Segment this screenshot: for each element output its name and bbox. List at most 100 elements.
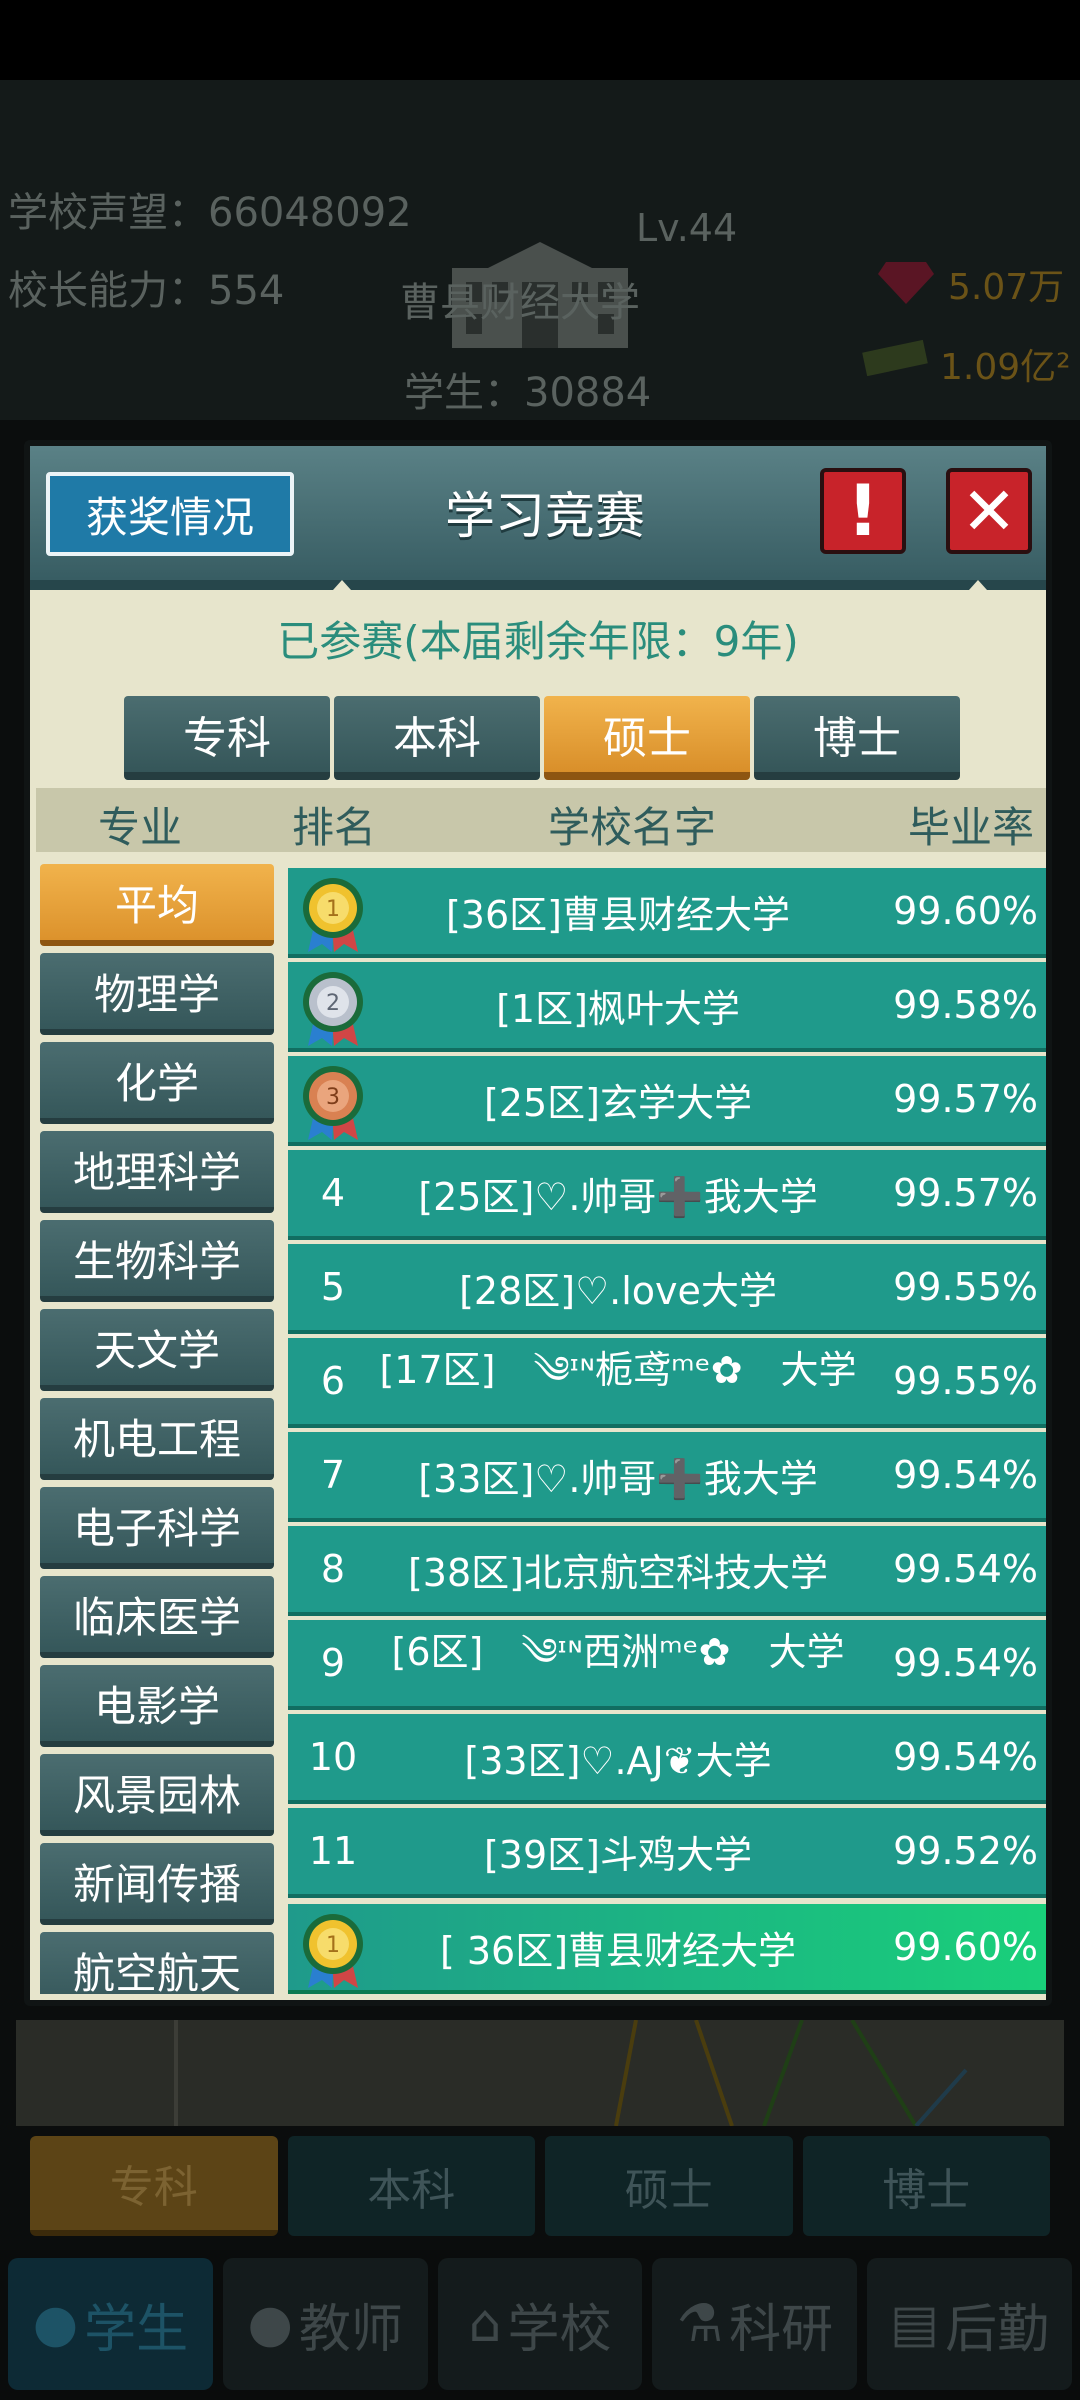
nav-students: ● 学生 xyxy=(8,2258,213,2390)
cash-icon xyxy=(862,339,928,376)
svg-text:3: 3 xyxy=(326,1085,340,1110)
school-name-cell: [17区] ༄ᶦᶰ栀鸢ᵐᵉ✿ 大学 xyxy=(379,1347,857,1392)
major-item-chemistry[interactable]: 化学 xyxy=(40,1042,274,1124)
school-name-cell: [6区] ༄ᶦᶰ西洲ᵐᵉ✿ 大学 xyxy=(391,1629,845,1674)
school-name-cell: [33区]♡.AJ❦大学 xyxy=(464,1738,772,1783)
major-item-clinical-medicine[interactable]: 临床医学 xyxy=(40,1576,274,1658)
competition-dialog: 获奖情况 学习竞赛 ! ✕ 已参赛(本届剩余年限：9年) 专科 本科 硕士 博士… xyxy=(24,440,1052,2006)
close-icon: ✕ xyxy=(961,472,1017,550)
exclamation-icon: ! xyxy=(847,470,879,552)
gold-medal-icon: 1 xyxy=(303,878,363,952)
table-row: 9 [6区] ༄ᶦᶰ西洲ᵐᵉ✿ 大学 99.54% xyxy=(288,1620,1046,1710)
graduation-rate-cell: 99.54% xyxy=(893,1641,1038,1685)
student-icon: ● xyxy=(32,2294,79,2354)
major-item-astronomy[interactable]: 天文学 xyxy=(40,1309,274,1391)
major-item-physics[interactable]: 物理学 xyxy=(40,953,274,1035)
graduation-rate-cell: 99.55% xyxy=(893,1359,1038,1403)
header-rank: 排名 xyxy=(292,803,377,852)
table-row: 10 [33区]♡.AJ❦大学 99.54% xyxy=(288,1714,1046,1804)
table-header: 专业 排名 学校名字 毕业率 xyxy=(36,788,1046,852)
rank-cell: 7 xyxy=(320,1453,346,1497)
graduation-rate-cell: 99.57% xyxy=(893,1077,1038,1121)
stats-chart xyxy=(16,2018,1064,2128)
tab-bachelor[interactable]: 本科 xyxy=(334,696,540,780)
school-level: Lv.44 xyxy=(636,206,738,250)
graduation-rate-cell: 99.55% xyxy=(893,1265,1038,1309)
major-item-geography[interactable]: 地理科学 xyxy=(40,1131,274,1213)
major-item-mechatronics[interactable]: 机电工程 xyxy=(40,1398,274,1480)
student-count: 学生：30884 xyxy=(404,370,652,416)
table-row: 7 [33区]♡.帅哥➕我大学 99.54% xyxy=(288,1432,1046,1522)
header-major: 专业 xyxy=(98,803,183,852)
bottom-nav: ● 学生 ● 教师 ⌂ 学校 ⚗ 科研 ▤ 后勤 xyxy=(0,2250,1080,2400)
header-school: 学校名字 xyxy=(548,803,717,852)
school-name-cell: [33区]♡.帅哥➕我大学 xyxy=(418,1456,818,1501)
major-item-biology[interactable]: 生物科学 xyxy=(40,1220,274,1302)
reputation-text: 学校声望：66048092 xyxy=(8,190,412,236)
table-row: 6 [17区] ༄ᶦᶰ栀鸢ᵐᵉ✿ 大学 99.55% xyxy=(288,1338,1046,1428)
rank-cell: 11 xyxy=(308,1829,358,1873)
info-button[interactable]: ! xyxy=(820,468,906,554)
my-school-name: [ 36区]曹县财经大学 xyxy=(439,1928,797,1973)
svg-text:2: 2 xyxy=(326,991,340,1016)
major-list[interactable]: 平均 物理学 化学 地理科学 生物科学 天文学 机电工程 电子科学 临床医学 电… xyxy=(40,864,276,1994)
major-item-journalism[interactable]: 新闻传播 xyxy=(40,1843,274,1925)
graduation-rate-cell: 99.54% xyxy=(893,1735,1038,1779)
major-item-landscape[interactable]: 风景园林 xyxy=(40,1754,274,1836)
school-header: 学校声望：66048092 校长能力：554 Lv.44 曹县财经大学 学生：3… xyxy=(0,80,1080,420)
nav-logistics-label: 后勤 xyxy=(945,2299,1050,2360)
tab-doctor[interactable]: 博士 xyxy=(754,696,960,780)
bg-tab-bachelor: 本科 xyxy=(287,2136,535,2236)
header-rate: 毕业率 xyxy=(908,803,1035,852)
dialog-title: 学习竞赛 xyxy=(445,487,645,545)
major-item-film[interactable]: 电影学 xyxy=(40,1665,274,1747)
rank-cell: 5 xyxy=(320,1265,346,1309)
major-item-aerospace[interactable]: 航空航天 xyxy=(40,1932,274,1994)
rank-cell: 8 xyxy=(320,1547,346,1591)
flask-icon: ⚗ xyxy=(676,2294,724,2354)
tab-master[interactable]: 硕士 xyxy=(544,696,750,780)
school-name-cell: [1区]枫叶大学 xyxy=(496,986,740,1031)
participation-status: 已参赛(本届剩余年限：9年) xyxy=(277,617,799,666)
my-graduation-rate: 99.60% xyxy=(893,1925,1038,1969)
svg-text:1: 1 xyxy=(326,1933,340,1958)
major-item-electronics[interactable]: 电子科学 xyxy=(40,1487,274,1569)
school-icon: ⌂ xyxy=(468,2294,502,2354)
graduation-rate-cell: 99.57% xyxy=(893,1171,1038,1215)
school-name-cell: [25区]♡.帅哥➕我大学 xyxy=(418,1174,818,1219)
background-level-tabs: 专科 本科 硕士 博士 xyxy=(30,2136,1050,2236)
nav-school: ⌂ 学校 xyxy=(437,2258,643,2390)
bg-tab-junior: 专科 xyxy=(30,2136,278,2236)
rank-cell: 6 xyxy=(320,1359,346,1403)
school-name: 曹县财经大学 xyxy=(400,280,640,326)
clipboard-icon: ▤ xyxy=(890,2294,940,2354)
ranking-table[interactable]: 1 [36区]曹县财经大学 99.60% 2 [1区]枫叶大学 99.58% 3… xyxy=(288,868,1046,1994)
school-name-cell: [28区]♡.love大学 xyxy=(459,1268,777,1313)
graduation-rate-cell: 99.58% xyxy=(893,983,1038,1027)
awards-button[interactable]: 获奖情况 xyxy=(46,472,294,556)
teacher-icon: ● xyxy=(247,2294,293,2354)
table-row: 8 [38区]北京航空科技大学 99.54% xyxy=(288,1526,1046,1616)
major-item-average[interactable]: 平均 xyxy=(40,864,274,946)
nav-school-label: 学校 xyxy=(507,2299,612,2360)
nav-research: ⚗ 科研 xyxy=(652,2258,858,2390)
tab-junior-college[interactable]: 专科 xyxy=(124,696,330,780)
close-button[interactable]: ✕ xyxy=(946,468,1032,554)
gold-medal-icon: 1 xyxy=(303,1914,363,1988)
graduation-rate-cell: 99.52% xyxy=(893,1829,1038,1873)
rank-cell: 9 xyxy=(320,1641,346,1685)
school-name-cell: [25区]玄学大学 xyxy=(483,1080,752,1125)
table-row: 5 [28区]♡.love大学 99.55% xyxy=(288,1244,1046,1334)
table-row: 3 [25区]玄学大学 99.57% xyxy=(288,1056,1046,1146)
table-row: 2 [1区]枫叶大学 99.58% xyxy=(288,962,1046,1052)
nav-logistics: ▤ 后勤 xyxy=(867,2258,1072,2390)
status-bar xyxy=(0,0,1080,80)
school-name-cell: [36区]曹县财经大学 xyxy=(445,892,790,937)
school-name-cell: [39区]斗鸡大学 xyxy=(483,1832,752,1877)
gem-amount: 5.07万 xyxy=(948,267,1065,308)
table-row: 1 [36区]曹县财经大学 99.60% xyxy=(288,868,1046,958)
ability-text: 校长能力：554 xyxy=(8,268,285,314)
bronze-medal-icon: 3 xyxy=(303,1066,363,1140)
nav-teachers: ● 教师 xyxy=(222,2258,428,2390)
table-row: 4 [25区]♡.帅哥➕我大学 99.57% xyxy=(288,1150,1046,1240)
